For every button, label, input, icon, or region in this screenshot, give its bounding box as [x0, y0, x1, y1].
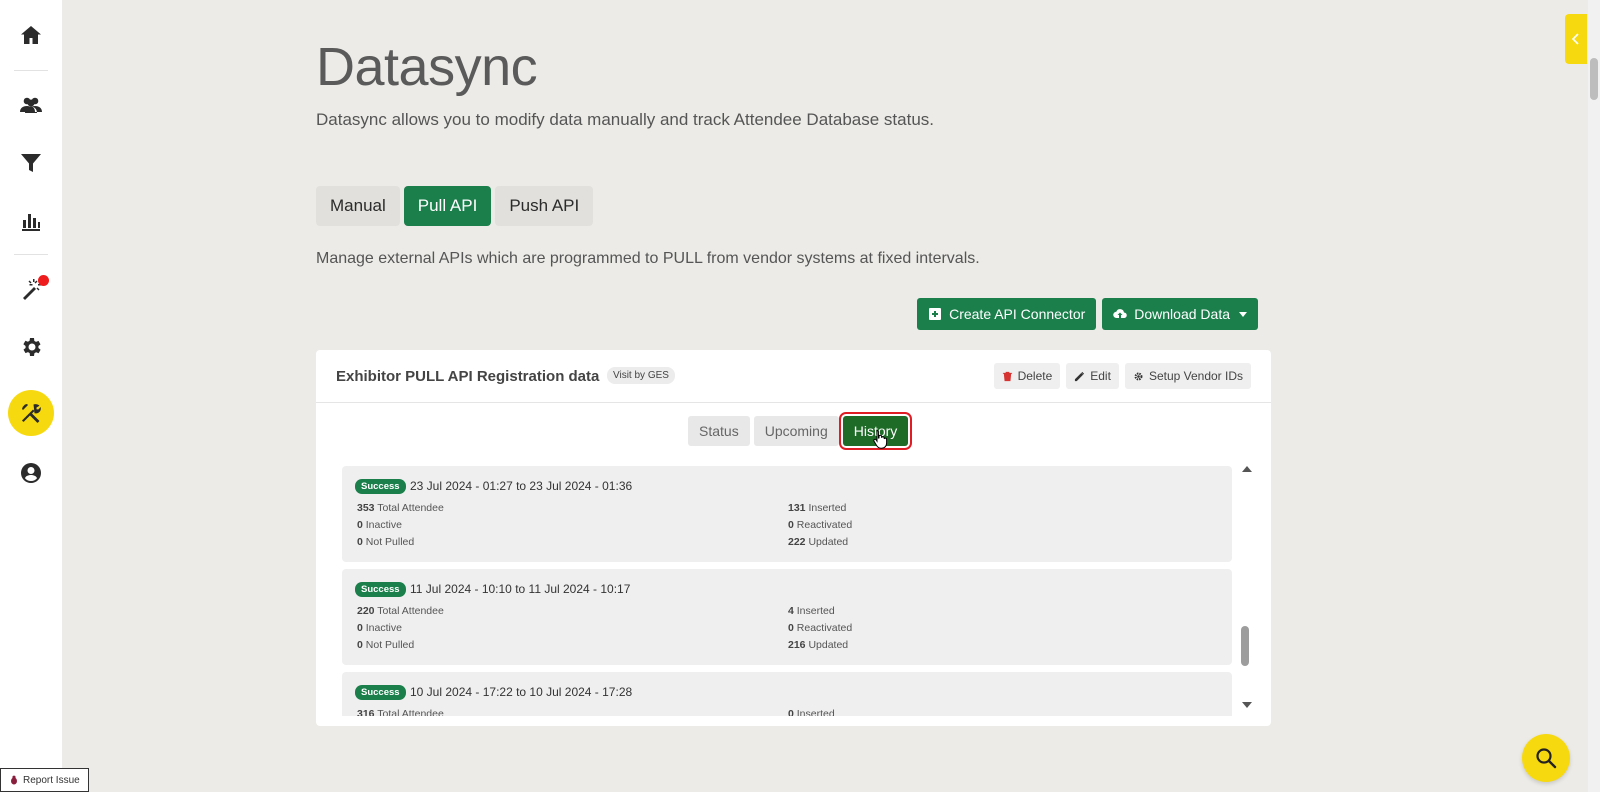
trash-icon [1002, 371, 1012, 381]
scroll-up-arrow[interactable] [1242, 466, 1252, 472]
history-scrollbar-thumb[interactable] [1241, 626, 1249, 666]
plus-square-icon [929, 308, 942, 320]
sidebar-item-settings[interactable] [8, 324, 54, 370]
stat-total-attendee: 220 Total Attendee [357, 605, 444, 617]
stat-total-attendee: 353 Total Attendee [357, 502, 444, 514]
subtab-status[interactable]: Status [688, 416, 750, 446]
subtab-upcoming[interactable]: Upcoming [753, 416, 839, 446]
scroll-down-arrow[interactable] [1242, 702, 1252, 708]
page-subtitle: Datasync allows you to modify data manua… [316, 110, 935, 129]
notification-dot [38, 275, 49, 286]
pencil-icon [1075, 371, 1085, 381]
history-entry: Success 10 Jul 2024 - 17:22 to 10 Jul 20… [342, 672, 1232, 716]
stat-reactivated: 0 Reactivated [788, 519, 853, 531]
report-issue-button[interactable]: Report Issue [0, 768, 89, 792]
chevron-left-icon [1571, 33, 1579, 45]
panel-toggle-button[interactable] [1565, 14, 1587, 64]
status-badge: Success [355, 479, 406, 494]
sidebar-divider [14, 70, 48, 71]
page-scrollbar[interactable] [1588, 0, 1600, 792]
create-api-connector-button[interactable]: Create API Connector [917, 298, 1097, 330]
status-badge: Success [355, 582, 406, 597]
tab-pull-api[interactable]: Pull API [403, 186, 492, 226]
users-icon [20, 97, 42, 113]
gear-icon [23, 338, 41, 356]
stat-updated: 222 Updated [788, 536, 849, 548]
download-data-button[interactable]: Download Data [1102, 298, 1258, 330]
api-connector-card: Exhibitor PULL API Registration data Vis… [316, 350, 1271, 726]
sidebar [0, 0, 62, 792]
stat-reactivated: 0 Reactivated [788, 622, 853, 634]
download-data-label: Download Data [1134, 306, 1230, 322]
stat-not-pulled: 0 Not Pulled [357, 639, 415, 651]
sidebar-item-reports[interactable] [8, 198, 54, 244]
stat-inserted: 0 Inserted [788, 708, 835, 716]
stat-inactive: 0 Inactive [357, 519, 402, 531]
stat-total-attendee: 316 Total Attendee [357, 708, 444, 716]
search-button[interactable] [1522, 734, 1570, 782]
vendor-badge: Visit by GES [607, 367, 675, 384]
setup-vendor-ids-label: Setup Vendor IDs [1148, 369, 1243, 383]
history-list[interactable]: Success 23 Jul 2024 - 01:27 to 23 Jul 20… [342, 466, 1232, 716]
sidebar-divider [14, 254, 48, 255]
history-entry: Success 11 Jul 2024 - 10:10 to 11 Jul 20… [342, 569, 1232, 665]
tab-description: Manage external APIs which are programme… [316, 250, 980, 267]
hand-cursor-icon [873, 429, 888, 449]
card-header: Exhibitor PULL API Registration data Vis… [316, 350, 1271, 403]
card-actions: Delete Edit Setup Vendor IDs [993, 363, 1251, 389]
sync-time-range: 23 Jul 2024 - 01:27 to 23 Jul 2024 - 01:… [410, 479, 633, 493]
status-badge: Success [355, 685, 406, 700]
stat-updated: 216 Updated [788, 639, 849, 651]
report-issue-label: Report Issue [23, 774, 80, 786]
stat-inserted: 131 Inserted [788, 502, 847, 514]
home-icon [21, 26, 41, 44]
account-icon [21, 463, 41, 483]
edit-label: Edit [1090, 369, 1111, 383]
page-scrollbar-thumb[interactable] [1590, 58, 1598, 100]
gear-icon [1134, 372, 1143, 380]
sidebar-item-magic[interactable] [8, 266, 54, 312]
cloud-download-icon [1113, 309, 1128, 319]
sync-time-range: 11 Jul 2024 - 10:10 to 11 Jul 2024 - 10:… [410, 582, 631, 596]
connector-title: Exhibitor PULL API Registration data [336, 368, 600, 385]
datasync-tabs: Manual Pull API Push API [316, 186, 594, 226]
tools-icon [22, 404, 41, 423]
bug-icon [11, 775, 17, 785]
setup-vendor-ids-button[interactable]: Setup Vendor IDs [1124, 363, 1251, 389]
stat-not-pulled: 0 Not Pulled [357, 536, 415, 548]
caret-down-icon [1239, 311, 1247, 317]
edit-button[interactable]: Edit [1066, 363, 1119, 389]
sync-time-range: 10 Jul 2024 - 17:22 to 10 Jul 2024 - 17:… [410, 685, 633, 699]
filter-icon [21, 154, 41, 172]
delete-button[interactable]: Delete [993, 363, 1061, 389]
create-api-connector-label: Create API Connector [949, 306, 1086, 322]
stat-inactive: 0 Inactive [357, 622, 402, 634]
sidebar-item-account[interactable] [8, 450, 54, 496]
page-title: Datasync [316, 37, 538, 97]
tab-manual[interactable]: Manual [316, 186, 400, 226]
tab-push-api[interactable]: Push API [495, 186, 594, 226]
sidebar-item-tools[interactable] [8, 390, 54, 436]
action-bar: Create API Connector Download Data [917, 298, 1258, 330]
sidebar-item-users[interactable] [8, 82, 54, 128]
search-icon [1536, 748, 1557, 769]
stat-inserted: 4 Inserted [788, 605, 835, 617]
sidebar-item-home[interactable] [8, 12, 54, 58]
delete-label: Delete [1017, 369, 1053, 383]
sidebar-item-filter[interactable] [8, 140, 54, 186]
history-entry: Success 23 Jul 2024 - 01:27 to 23 Jul 20… [342, 466, 1232, 562]
bar-chart-icon [22, 214, 40, 231]
